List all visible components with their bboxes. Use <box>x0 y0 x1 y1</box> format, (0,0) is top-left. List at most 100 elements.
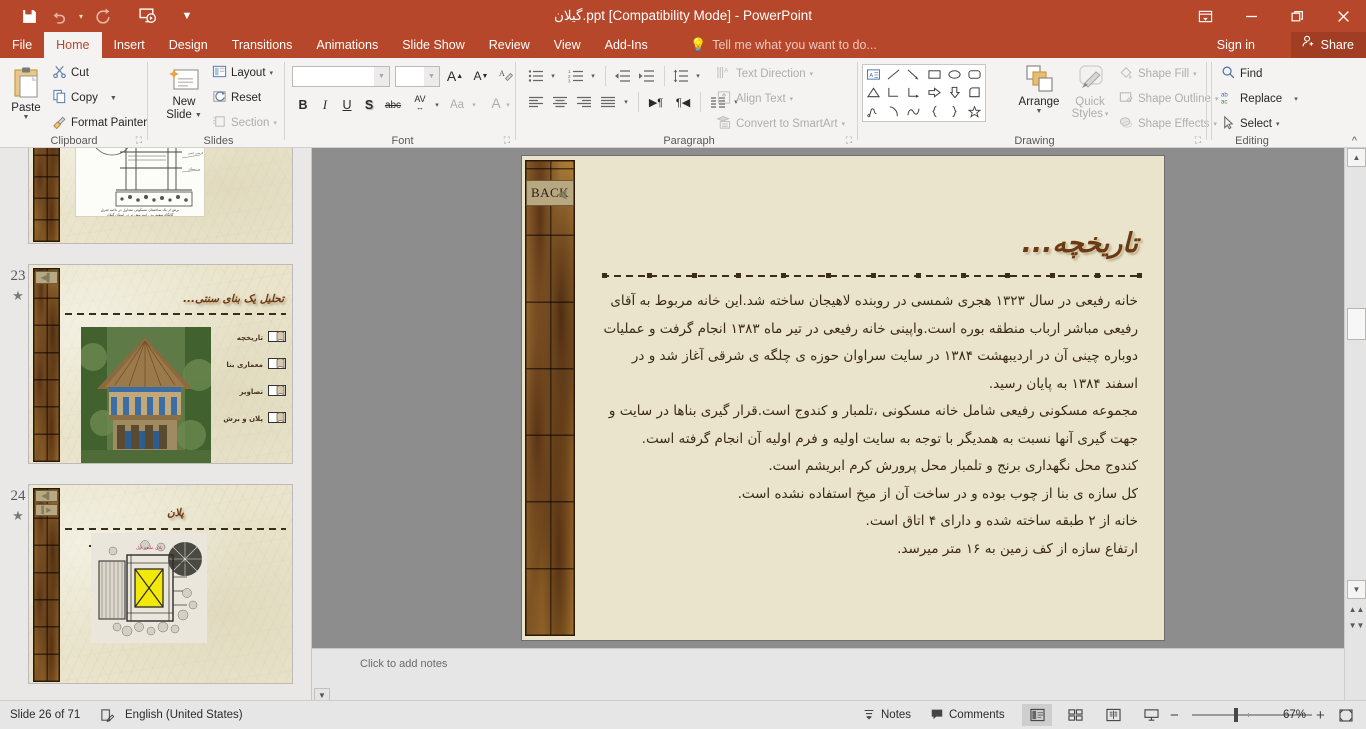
convert-to-smartart-button[interactable]: Convert to SmartArt ▾ <box>716 115 845 133</box>
shape-line-icon[interactable] <box>883 65 903 84</box>
minimize-icon[interactable] <box>1228 0 1274 32</box>
layout-button[interactable]: Layout ▾ <box>212 64 273 82</box>
bold-button[interactable]: B <box>292 94 314 116</box>
tab-design[interactable]: Design <box>157 32 220 58</box>
rtl-text-direction-button[interactable]: ¶◀ <box>670 91 696 113</box>
shape-elbow-connector-icon[interactable] <box>883 84 903 103</box>
notes-button[interactable]: Notes <box>862 701 911 729</box>
new-slide-button[interactable]: New Slide ▼ <box>160 62 208 140</box>
thumbnail-item[interactable]: 23 ★ ◀▌ تحلیل یک بنای سنتی... تاریخچه مع… <box>0 264 311 464</box>
zoom-out-icon[interactable]: − <box>1170 701 1179 729</box>
slide-area-scrollbar[interactable]: ▲ ▼ ▲▲ ▼▼ <box>1344 148 1366 700</box>
font-color-dropdown-icon[interactable]: ▾ <box>503 94 513 116</box>
bullets-button[interactable] <box>524 65 548 87</box>
close-icon[interactable] <box>1320 0 1366 32</box>
shape-fill-button[interactable]: Shape Fill ▾ <box>1118 65 1197 83</box>
font-size-dropdown-icon[interactable]: ▼ <box>424 67 439 86</box>
font-name-dropdown-icon[interactable]: ▼ <box>374 67 389 86</box>
scroll-down-icon[interactable]: ▼ <box>1347 580 1366 599</box>
slideshow-view-button[interactable] <box>1136 704 1166 726</box>
text-direction-button[interactable]: A Text Direction ▾ <box>716 65 813 83</box>
shape-star-icon[interactable] <box>965 102 985 121</box>
tab-slide-show[interactable]: Slide Show <box>390 32 477 58</box>
shape-right-brace-icon[interactable] <box>944 102 964 121</box>
numbering-button[interactable]: 123 <box>564 65 588 87</box>
sign-in-button[interactable]: Sign in <box>1211 32 1261 58</box>
line-spacing-dropdown-icon[interactable]: ▾ <box>692 65 704 87</box>
align-left-button[interactable] <box>524 91 548 113</box>
replace-dropdown-icon[interactable]: ▾ <box>1294 95 1298 103</box>
shape-oval-icon[interactable] <box>944 65 964 84</box>
tell-me-search[interactable]: 💡 Tell me what you want to do... <box>690 32 877 58</box>
shape-block-arrow-down-icon[interactable] <box>944 84 964 103</box>
clipboard-dialog-launcher[interactable]: ⛶ <box>136 135 142 146</box>
layout-dropdown-icon[interactable]: ▾ <box>270 69 274 77</box>
change-case-button[interactable]: Aa <box>445 94 469 116</box>
text-shadow-button[interactable]: S <box>358 94 380 116</box>
increase-indent-button[interactable] <box>634 65 658 87</box>
shape-rectangle-icon[interactable] <box>924 65 944 84</box>
character-spacing-dropdown-icon[interactable]: ▾ <box>432 94 442 116</box>
slide-counter[interactable]: Slide 26 of 71 <box>10 701 80 729</box>
justify-dropdown-icon[interactable]: ▾ <box>620 91 632 113</box>
next-slide-button[interactable]: ▼▼ <box>1347 618 1366 633</box>
thumbnail-preview[interactable]: سقف شیروانی دیوار چوبی ستون کرسی چینی پی… <box>28 148 293 244</box>
shape-elbow-arrow-connector-icon[interactable] <box>904 84 924 103</box>
shape-outline-button[interactable]: Shape Outline ▾ <box>1118 90 1218 108</box>
tab-animations[interactable]: Animations <box>304 32 390 58</box>
shape-arrow-icon[interactable] <box>904 65 924 84</box>
shape-scribble-icon[interactable] <box>863 102 883 121</box>
tab-file[interactable]: File <box>0 32 44 58</box>
thumbnail-item[interactable]: 24 ★ ◀▌ ▌▶ پلان پلان طبقه اول <box>0 484 311 684</box>
clear-formatting-button[interactable]: A <box>495 65 517 87</box>
font-name-combobox[interactable]: ▼ <box>292 66 390 87</box>
copy-dropdown-icon[interactable]: ▼ <box>110 95 117 102</box>
collapse-ribbon-icon[interactable]: ^ <box>1352 135 1357 147</box>
decrease-font-size-button[interactable]: A ▼ <box>469 65 493 87</box>
italic-button[interactable]: I <box>314 94 336 116</box>
increase-font-size-button[interactable]: A ▲ <box>443 65 467 87</box>
normal-view-button[interactable] <box>1022 704 1052 726</box>
shape-curve-icon[interactable] <box>904 102 924 121</box>
zoom-level[interactable]: 67% <box>1283 701 1306 729</box>
current-slide[interactable]: BACK ◀ تاریخچه... خانه رفیعی در سال ۱۳۲۳… <box>522 156 1164 640</box>
slide-editing-area[interactable]: BACK ◀ تاریخچه... خانه رفیعی در سال ۱۳۲۳… <box>312 148 1344 648</box>
smartart-dropdown-icon[interactable]: ▾ <box>842 120 846 128</box>
shape-triangle-icon[interactable] <box>863 84 883 103</box>
change-case-dropdown-icon[interactable]: ▾ <box>469 94 479 116</box>
align-text-button[interactable]: Align Text ▾ <box>716 90 793 108</box>
paste-dropdown-icon[interactable]: ▼ <box>23 114 30 121</box>
cut-button[interactable]: Cut <box>52 64 89 82</box>
quick-styles-button[interactable]: Quick Styles ▾ <box>1062 64 1118 120</box>
slide-title[interactable]: تاریخچه... <box>1022 228 1138 259</box>
tab-insert[interactable]: Insert <box>102 32 157 58</box>
ribbon-display-options-icon[interactable] <box>1182 0 1228 32</box>
replace-button[interactable]: ab ac Replace ▾ <box>1221 90 1298 108</box>
section-dropdown-icon[interactable]: ▾ <box>273 119 277 127</box>
arrange-button[interactable]: Arrange ▼ <box>1010 64 1068 115</box>
numbering-dropdown-icon[interactable]: ▾ <box>587 65 599 87</box>
scrollbar-thumb[interactable] <box>1347 308 1366 340</box>
tab-review[interactable]: Review <box>477 32 542 58</box>
new-slide-dropdown-icon[interactable]: ▼ <box>195 112 202 119</box>
underline-button[interactable]: U <box>336 94 358 116</box>
thumbnail-preview[interactable]: ◀▌ تحلیل یک بنای سنتی... تاریخچه معماری … <box>28 264 293 464</box>
text-direction-dropdown-icon[interactable]: ▾ <box>810 70 814 78</box>
chevron-down-icon[interactable]: ▼ <box>172 3 202 29</box>
reading-view-button[interactable] <box>1098 704 1128 726</box>
shape-textbox-icon[interactable]: A <box>863 65 883 84</box>
restore-icon[interactable] <box>1274 0 1320 32</box>
zoom-slider-handle[interactable] <box>1234 708 1238 722</box>
paste-button[interactable]: Paste ▼ <box>4 62 48 140</box>
shape-block-arrow-right-icon[interactable] <box>924 84 944 103</box>
start-presentation-icon[interactable] <box>132 3 162 29</box>
zoom-in-icon[interactable]: + <box>1316 701 1325 729</box>
shape-arc-icon[interactable] <box>883 102 903 121</box>
slide-sorter-view-button[interactable] <box>1060 704 1090 726</box>
shape-fill-dropdown-icon[interactable]: ▾ <box>1193 70 1197 78</box>
quick-styles-dropdown-icon[interactable]: ▾ <box>1105 110 1109 118</box>
strikethrough-button[interactable]: abc <box>380 94 406 116</box>
slide-thumbnail-pane[interactable]: سقف شیروانی دیوار چوبی ستون کرسی چینی پی… <box>0 148 312 700</box>
align-text-dropdown-icon[interactable]: ▾ <box>790 95 794 103</box>
tab-transitions[interactable]: Transitions <box>220 32 305 58</box>
